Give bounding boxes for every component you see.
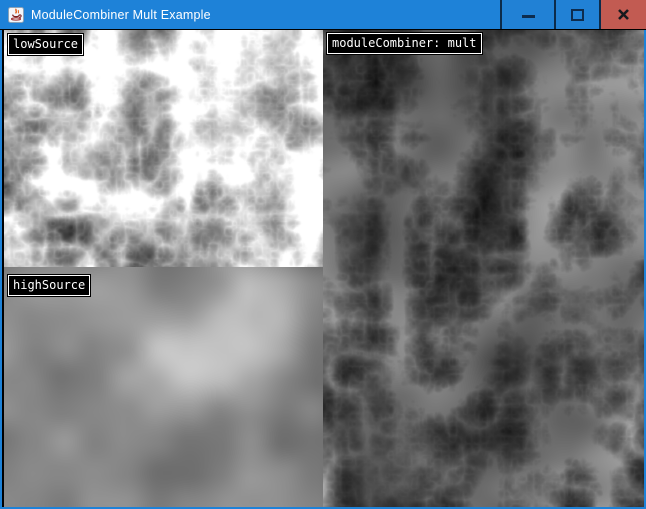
- render-area: lowSource moduleCombiner: mult highSourc…: [2, 30, 644, 507]
- mult-result-image: [323, 30, 644, 507]
- maximize-icon: [571, 9, 584, 21]
- app-window: ModuleCombiner Mult Example lowSource: [0, 0, 646, 509]
- high-source-label: highSource: [8, 275, 90, 296]
- low-source-image: [4, 30, 323, 267]
- titlebar[interactable]: ModuleCombiner Mult Example: [0, 0, 646, 30]
- mult-result-label: moduleCombiner: mult: [327, 33, 482, 54]
- low-source-label: lowSource: [8, 34, 83, 55]
- minimize-button[interactable]: [502, 0, 554, 29]
- java-icon[interactable]: [8, 7, 24, 23]
- high-source-image: [4, 267, 323, 507]
- close-icon: [617, 8, 630, 21]
- minimize-icon: [522, 15, 535, 18]
- window-title: ModuleCombiner Mult Example: [31, 8, 211, 22]
- maximize-button[interactable]: [556, 0, 599, 29]
- close-button[interactable]: [601, 0, 646, 29]
- window-controls: [500, 0, 646, 29]
